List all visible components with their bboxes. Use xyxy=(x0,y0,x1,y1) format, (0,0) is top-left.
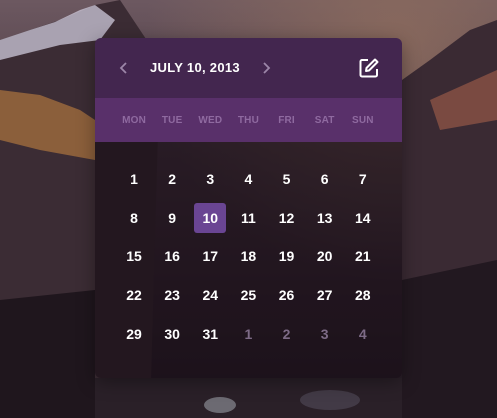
calendar-day-grid: 1 2 3 4 5 6 7 8 9 10 11 12 13 14 15 16 1… xyxy=(95,142,402,378)
edit-icon[interactable] xyxy=(358,57,380,79)
day-number: 11 xyxy=(241,209,256,226)
day-number: 16 xyxy=(164,248,180,265)
calendar-day[interactable]: 13 xyxy=(306,199,344,238)
day-number: 19 xyxy=(278,248,295,265)
weekday-label-mon: MON xyxy=(122,114,147,126)
chevron-left-icon[interactable] xyxy=(111,38,137,98)
calendar-day-next-month[interactable]: 3 xyxy=(306,314,344,353)
day-number: 31 xyxy=(202,325,219,342)
day-number: 6 xyxy=(320,171,329,188)
day-number: 12 xyxy=(278,209,295,226)
day-number: 30 xyxy=(164,325,180,342)
calendar-day[interactable]: 26 xyxy=(268,276,306,315)
calendar-day[interactable]: 31 xyxy=(191,314,229,353)
calendar-day[interactable]: 3 xyxy=(191,160,229,199)
weekday-label-sun: SUN xyxy=(351,114,374,126)
calendar-day[interactable]: 25 xyxy=(229,276,267,315)
day-number: 7 xyxy=(358,171,367,188)
day-number: 24 xyxy=(202,287,219,304)
calendar-day[interactable]: 17 xyxy=(191,237,229,276)
selected-day-number: 10 xyxy=(194,202,227,233)
day-number: 2 xyxy=(282,325,291,342)
day-number: 8 xyxy=(130,209,138,226)
calendar-week-row: 22 23 24 25 26 27 28 xyxy=(115,276,382,315)
calendar-day-next-month[interactable]: 2 xyxy=(268,314,306,353)
calendar-day[interactable]: 4 xyxy=(229,160,267,199)
calendar-week-row: 15 16 17 18 19 20 21 xyxy=(115,237,382,276)
day-number: 1 xyxy=(130,171,138,188)
weekday-label-tue: TUE xyxy=(161,114,183,126)
day-number: 5 xyxy=(282,171,291,188)
weekday-label-thu: THU xyxy=(237,114,260,126)
calendar-day[interactable]: 16 xyxy=(153,237,191,276)
calendar-week-row: 29 30 31 1 2 3 4 xyxy=(115,314,382,353)
calendar-day[interactable]: 20 xyxy=(306,237,344,276)
day-number: 28 xyxy=(355,287,371,304)
day-number: 15 xyxy=(126,248,142,265)
day-number: 29 xyxy=(126,325,142,342)
weekday-label-sat: SAT xyxy=(314,114,335,126)
day-number: 22 xyxy=(126,287,142,304)
calendar-day-next-month[interactable]: 1 xyxy=(229,314,267,353)
calendar-day[interactable]: 22 xyxy=(115,276,153,315)
calendar-day[interactable]: 6 xyxy=(306,160,344,199)
calendar-day[interactable]: 18 xyxy=(229,237,267,276)
chevron-right-icon[interactable] xyxy=(253,38,279,98)
calendar-day[interactable]: 9 xyxy=(153,199,191,238)
calendar-day[interactable]: 11 xyxy=(229,199,267,238)
calendar-day[interactable]: 29 xyxy=(115,314,153,353)
day-number: 14 xyxy=(355,209,371,226)
day-number: 13 xyxy=(316,209,333,226)
day-number: 3 xyxy=(320,325,329,342)
calendar-day[interactable]: 14 xyxy=(344,199,382,238)
calendar-day[interactable]: 28 xyxy=(344,276,382,315)
day-number: 27 xyxy=(316,287,333,304)
day-number: 3 xyxy=(206,171,215,188)
current-date-title: JULY 10, 2013 xyxy=(150,60,240,75)
calendar-day-selected[interactable]: 10 xyxy=(191,199,229,238)
weekday-label-wed: WED xyxy=(198,114,223,126)
day-number: 2 xyxy=(168,171,177,188)
day-number: 1 xyxy=(244,325,253,342)
calendar-day[interactable]: 19 xyxy=(268,237,306,276)
calendar-header: JULY 10, 2013 xyxy=(95,38,402,98)
weekday-label-fri: FRI xyxy=(278,114,295,126)
calendar-day[interactable]: 5 xyxy=(268,160,306,199)
calendar-day[interactable]: 30 xyxy=(153,314,191,353)
day-number: 9 xyxy=(168,209,177,226)
weekday-header-row: MON TUE WED THU FRI SAT SUN xyxy=(95,98,402,142)
calendar-widget: JULY 10, 2013 MON TUE WED THU FRI SAT SU… xyxy=(95,38,402,378)
calendar-day[interactable]: 1 xyxy=(115,160,153,199)
calendar-day[interactable]: 12 xyxy=(268,199,306,238)
calendar-day[interactable]: 15 xyxy=(115,237,153,276)
calendar-day[interactable]: 2 xyxy=(153,160,191,199)
day-number: 20 xyxy=(316,248,333,265)
calendar-day[interactable]: 7 xyxy=(344,160,382,199)
day-number: 25 xyxy=(240,287,257,304)
day-number: 23 xyxy=(164,287,180,304)
day-number: 18 xyxy=(240,248,257,265)
calendar-day[interactable]: 8 xyxy=(115,199,153,238)
calendar-day[interactable]: 24 xyxy=(191,276,229,315)
day-number: 21 xyxy=(355,248,371,265)
day-number: 17 xyxy=(202,248,219,265)
day-number: 4 xyxy=(244,171,253,188)
calendar-week-row: 8 9 10 11 12 13 14 xyxy=(115,199,382,238)
day-number: 4 xyxy=(358,325,367,342)
day-number: 26 xyxy=(278,287,295,304)
calendar-day[interactable]: 23 xyxy=(153,276,191,315)
calendar-week-row: 1 2 3 4 5 6 7 xyxy=(115,160,382,199)
calendar-day-next-month[interactable]: 4 xyxy=(344,314,382,353)
calendar-day[interactable]: 27 xyxy=(306,276,344,315)
calendar-day[interactable]: 21 xyxy=(344,237,382,276)
